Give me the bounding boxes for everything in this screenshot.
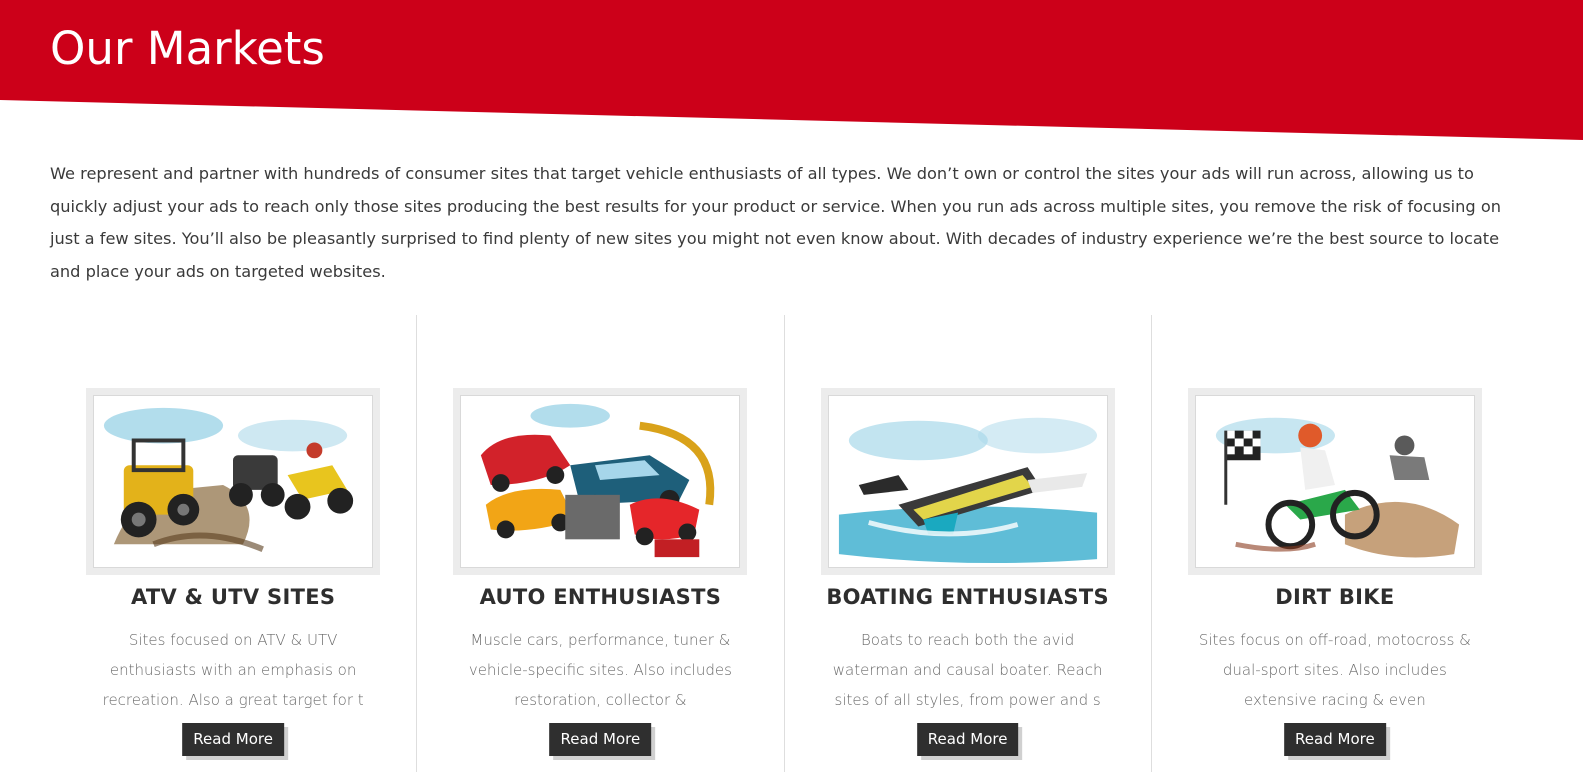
intro-paragraph: We represent and partner with hundreds o… bbox=[50, 164, 1501, 281]
market-title: DIRT BIKE bbox=[1275, 585, 1395, 609]
market-card-auto-enthusiasts: AUTO ENTHUSIASTS Muscle cars, performanc… bbox=[416, 315, 783, 772]
atv-utv-illustration[interactable] bbox=[93, 395, 373, 568]
market-description: Sites focused on ATV & UTV enthusiasts w… bbox=[102, 631, 364, 709]
read-more-button[interactable]: Read More bbox=[549, 723, 652, 756]
read-more-button[interactable]: Read More bbox=[182, 723, 284, 756]
dirt-bike-illustration[interactable] bbox=[1194, 395, 1475, 568]
market-description: Sites focus on off-road, motocross & dua… bbox=[1198, 631, 1471, 709]
market-title: AUTO ENTHUSIASTS bbox=[479, 585, 722, 609]
market-description: Boats to reach both the avid waterman an… bbox=[832, 631, 1103, 709]
market-card-atv-utv: ATV & UTV SITES Sites focused on ATV & U… bbox=[50, 315, 416, 772]
read-more-button[interactable]: Read More bbox=[1284, 723, 1386, 756]
market-title: BOATING ENTHUSIASTS bbox=[826, 585, 1109, 609]
page-header: Our Markets bbox=[0, 0, 1583, 140]
boating-illustration[interactable] bbox=[827, 395, 1108, 568]
read-more-button[interactable]: Read More bbox=[916, 723, 1019, 756]
market-description: Muscle cars, performance, tuner & vehicl… bbox=[468, 631, 732, 709]
markets-grid: ATV & UTV SITES Sites focused on ATV & U… bbox=[50, 315, 1518, 772]
market-image-frame[interactable] bbox=[1187, 388, 1482, 575]
market-image-frame[interactable] bbox=[86, 388, 380, 575]
market-image-frame[interactable] bbox=[820, 388, 1115, 575]
market-card-dirt-bike: DIRT BIKE Sites focus on off-road, motoc… bbox=[1150, 315, 1518, 772]
page-title: Our Markets bbox=[50, 22, 325, 75]
market-image-frame[interactable] bbox=[453, 388, 748, 575]
auto-enthusiasts-illustration[interactable] bbox=[460, 395, 741, 568]
market-title: ATV & UTV SITES bbox=[130, 585, 336, 609]
market-card-boating-enthusiasts: BOATING ENTHUSIASTS Boats to reach both … bbox=[783, 315, 1151, 772]
